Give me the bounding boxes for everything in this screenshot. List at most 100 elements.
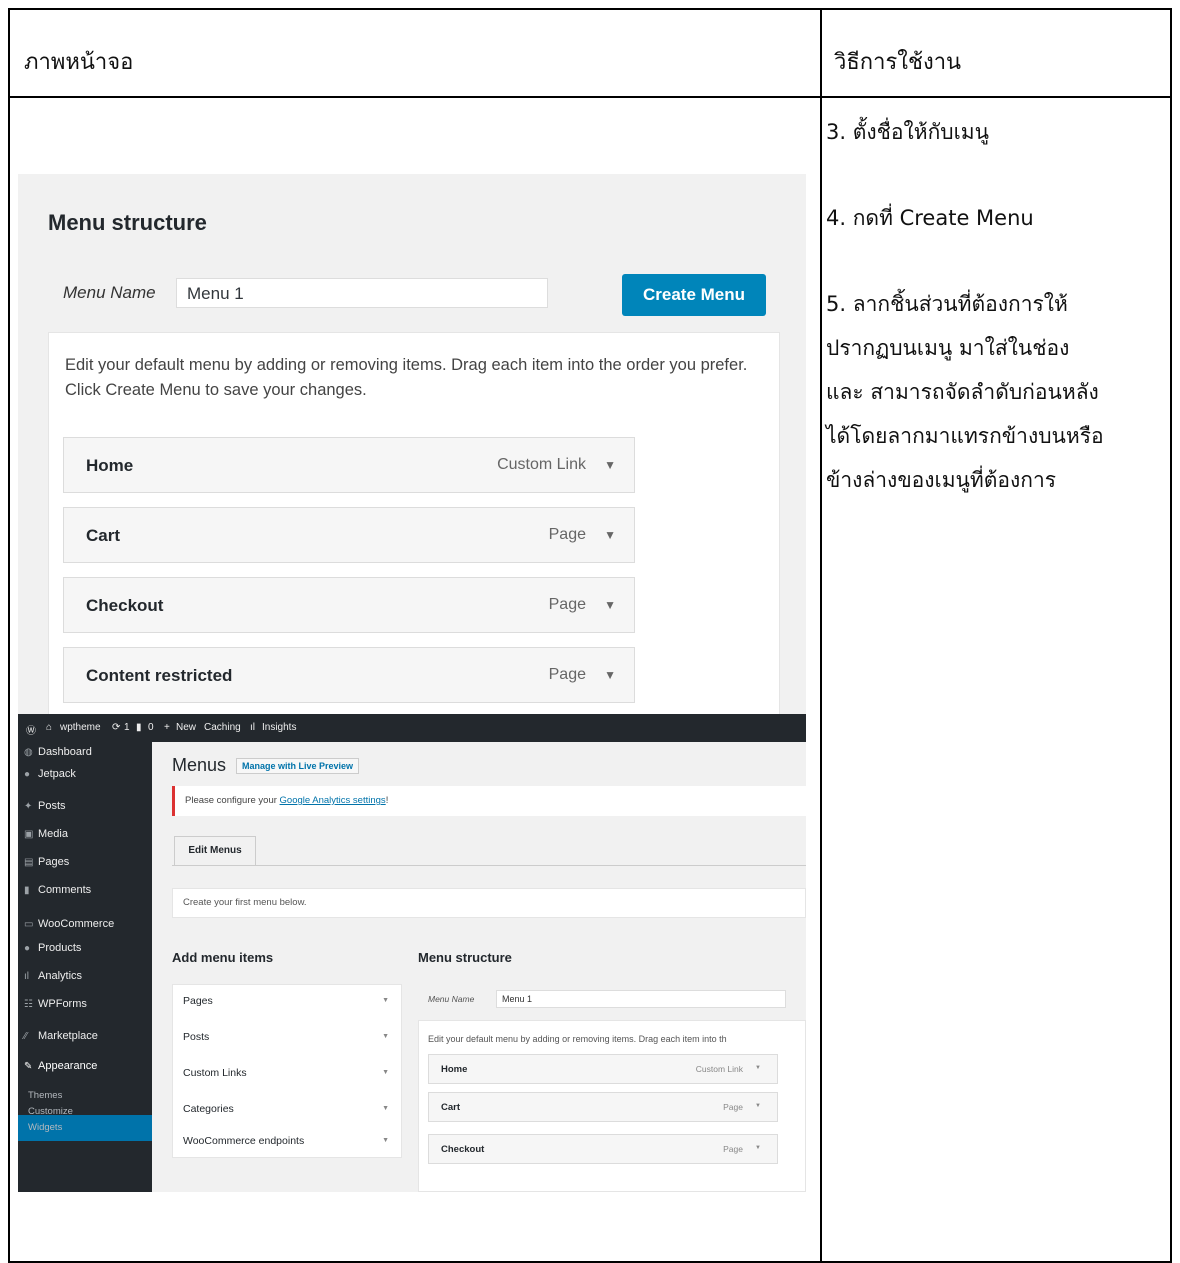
first-menu-message: Create your first menu below. — [172, 888, 806, 918]
column-divider — [820, 10, 822, 1261]
dropdown-arrow-icon[interactable]: ▼ — [604, 668, 616, 682]
menu-item-type: Page — [548, 596, 586, 613]
menu-name-input-small[interactable]: Menu 1 — [496, 990, 786, 1008]
products-icon: ● — [24, 943, 31, 954]
menu-description: Edit your default menu by adding or remo… — [65, 356, 748, 399]
menu-description-small: Edit your default menu by adding or remo… — [428, 1034, 727, 1044]
menu-item-type: Page — [723, 1144, 743, 1154]
menu-item-name: Checkout — [86, 596, 164, 615]
menu-item-name: Home — [86, 456, 134, 475]
step-4: 4. กดที่ Create Menu — [826, 206, 1034, 230]
submenu-widgets[interactable]: Widgets — [28, 1122, 62, 1133]
step-5-line-1: 5. ลากชิ้นส่วนที่ต้องการให้ — [826, 292, 1068, 316]
menu-name-label-small: Menu Name — [428, 994, 475, 1004]
menu-name-label: Menu Name — [63, 283, 156, 302]
live-preview-button[interactable]: Manage with Live Preview — [236, 758, 360, 774]
menu-item-name: Content restricted — [86, 666, 233, 685]
comments-icon: ▮ — [136, 722, 142, 733]
menu-structure-title-small: Menu structure — [418, 950, 512, 965]
tab-edit-menus[interactable]: Edit Menus — [174, 836, 256, 866]
site-name[interactable]: wptheme — [60, 722, 101, 733]
header-divider — [10, 96, 1170, 98]
wp-menus-screenshot: Ⓦ ⌂ wptheme ⟳ 1 ▮ 0 + New Caching ıl Ins… — [18, 714, 806, 1192]
dropdown-arrow-icon[interactable]: ▼ — [604, 598, 616, 612]
menu-item-name: Cart — [441, 1102, 461, 1113]
menu-items-panel: Edit your default menu by adding or remo… — [48, 332, 780, 714]
menu-item-checkout[interactable]: Checkout Page ▼ — [63, 577, 635, 633]
home-icon: ⌂ — [46, 722, 53, 733]
step-3: 3. ตั้งชื่อให้กับเมนู — [826, 120, 989, 144]
menu-structure-screenshot: Menu structure Menu Name Menu 1 Create M… — [18, 174, 806, 714]
menu-item-cart-small[interactable]: Cart Page ▼ — [428, 1092, 778, 1122]
accordion-custom-links[interactable]: Custom Links — [183, 1067, 247, 1079]
wordpress-logo-icon[interactable]: Ⓦ — [26, 722, 36, 737]
chevron-down-icon[interactable]: ▼ — [382, 1069, 389, 1076]
menu-structure-title: Menu structure — [48, 210, 207, 235]
sidebar-item-marketplace[interactable]: ⁄⁄ Marketplace — [24, 1030, 98, 1042]
insights-link[interactable]: Insights — [262, 722, 296, 733]
sidebar-item-posts[interactable]: ✦ Posts — [24, 800, 66, 812]
menu-item-type: Page — [548, 526, 586, 543]
menu-item-type: Page — [723, 1102, 743, 1112]
sidebar-item-woocommerce[interactable]: ▭ WooCommerce — [24, 918, 114, 930]
dropdown-arrow-icon[interactable]: ▼ — [604, 528, 616, 542]
menu-item-home-small[interactable]: Home Custom Link ▼ — [428, 1054, 778, 1084]
menu-item-name: Cart — [86, 526, 121, 545]
sidebar-item-media[interactable]: ▣ Media — [24, 828, 68, 840]
chevron-down-icon[interactable]: ▼ — [382, 997, 389, 1004]
caching-link[interactable]: Caching — [204, 722, 241, 733]
menu-item-type: Page — [548, 666, 586, 683]
accordion-pages[interactable]: Pages — [183, 995, 213, 1007]
menu-item-type: Custom Link — [497, 456, 586, 473]
chevron-down-icon[interactable]: ▼ — [382, 1137, 389, 1144]
chevron-down-icon[interactable]: ▼ — [382, 1105, 389, 1112]
step-5-line-3: และ สามารถจัดลำดับก่อนหลัง — [826, 380, 1099, 404]
plus-icon: + — [164, 722, 170, 733]
submenu-customize[interactable]: Customize — [28, 1106, 73, 1117]
create-menu-button[interactable]: Create Menu — [622, 274, 766, 316]
menu-item-content-restricted[interactable]: Content restricted Page ▼ — [63, 647, 635, 703]
sidebar-item-jetpack[interactable]: ● Jetpack — [24, 768, 76, 780]
menu-item-checkout-small[interactable]: Checkout Page ▼ — [428, 1134, 778, 1164]
sidebar-item-appearance[interactable]: ✎ Appearance — [24, 1060, 97, 1072]
add-items-accordion: Pages ▼ Posts ▼ Custom Links ▼ Categorie… — [172, 984, 402, 1158]
updates-count[interactable]: 1 — [124, 722, 130, 733]
woocommerce-icon: ▭ — [24, 919, 34, 930]
sidebar-item-pages[interactable]: ▤ Pages — [24, 856, 69, 868]
sidebar-item-dashboard[interactable]: ◍ Dashboard — [24, 746, 92, 758]
chevron-down-icon[interactable]: ▼ — [382, 1033, 389, 1040]
header-screenshot: ภาพหน้าจอ — [24, 50, 134, 75]
analytics-settings-link[interactable]: Google Analytics settings — [280, 795, 386, 806]
dropdown-arrow-icon[interactable]: ▼ — [604, 458, 616, 472]
accordion-categories[interactable]: Categories — [183, 1103, 234, 1115]
sidebar-item-wpforms[interactable]: ☷ WPForms — [24, 998, 87, 1010]
comments-count[interactable]: 0 — [148, 722, 154, 733]
dashboard-icon: ◍ — [24, 747, 33, 758]
brush-icon: ✎ — [24, 1061, 33, 1072]
form-icon: ☷ — [24, 999, 33, 1010]
accordion-woocommerce-endpoints[interactable]: WooCommerce endpoints — [183, 1135, 304, 1147]
add-menu-items-title: Add menu items — [172, 950, 274, 965]
menu-item-home[interactable]: Home Custom Link ▼ — [63, 437, 635, 493]
jetpack-icon: ● — [24, 769, 31, 780]
header-instructions: วิธีการใช้งาน — [834, 50, 962, 75]
page-title: Menus — [172, 755, 227, 775]
dropdown-arrow-icon[interactable]: ▼ — [755, 1065, 761, 1071]
menu-item-cart[interactable]: Cart Page ▼ — [63, 507, 635, 563]
sidebar-item-comments[interactable]: ▮ Comments — [24, 884, 91, 896]
menu-name-input[interactable]: Menu 1 — [176, 278, 548, 308]
tab-divider — [172, 865, 806, 866]
new-link[interactable]: New — [176, 722, 196, 733]
submenu-themes[interactable]: Themes — [28, 1090, 62, 1101]
instruction-steps: 3. ตั้งชื่อให้กับเมนู 4. กดที่ Create Me… — [826, 110, 1166, 502]
menu-item-name: Checkout — [441, 1144, 485, 1155]
step-5-line-4: ได้โดยลากมาแทรกข้างบนหรือ — [826, 424, 1104, 448]
accordion-posts[interactable]: Posts — [183, 1031, 209, 1043]
sidebar-item-products[interactable]: ● Products — [24, 942, 81, 954]
sidebar-item-analytics[interactable]: ıl Analytics — [24, 970, 82, 982]
step-5-line-2: ปรากฏบนเมนู มาใส่ในช่อง — [826, 336, 1070, 360]
dropdown-arrow-icon[interactable]: ▼ — [755, 1145, 761, 1151]
dropdown-arrow-icon[interactable]: ▼ — [755, 1103, 761, 1109]
menu-item-name: Home — [441, 1064, 468, 1075]
admin-bar: Ⓦ ⌂ wptheme ⟳ 1 ▮ 0 + New Caching ıl Ins… — [18, 714, 806, 742]
